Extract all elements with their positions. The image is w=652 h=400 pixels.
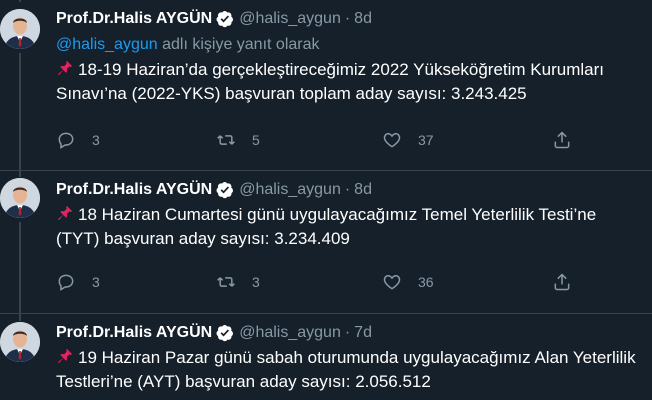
timestamp[interactable]: 8d: [354, 8, 372, 30]
tweet-text-content: 19 Haziran Pazar günü sabah oturumunda u…: [56, 348, 636, 391]
reply-button[interactable]: 3: [56, 270, 100, 294]
tweet-header: Prof.Dr.Halis AYGÜN @halis_aygun · 7d: [56, 322, 644, 344]
share-icon: [552, 130, 572, 150]
author-handle[interactable]: @halis_aygun: [239, 8, 341, 30]
tweet-3[interactable]: Prof.Dr.Halis AYGÜN @halis_aygun · 7d 19…: [0, 313, 652, 400]
thread-line-top: [19, 0, 21, 2]
retweet-icon: [216, 130, 236, 150]
avatar[interactable]: [0, 178, 40, 218]
author-name[interactable]: Prof.Dr.Halis AYGÜN: [56, 322, 212, 344]
retweet-count: 3: [252, 274, 260, 290]
like-count: 37: [418, 132, 434, 148]
tweet-2[interactable]: Prof.Dr.Halis AYGÜN @halis_aygun · 8d 18…: [0, 170, 652, 314]
tweet-text-content: 18-19 Haziran’da gerçekleştireceğimiz 20…: [56, 60, 604, 103]
like-button[interactable]: 36: [382, 270, 434, 294]
separator: ·: [344, 324, 351, 341]
author-handle[interactable]: @halis_aygun: [239, 322, 341, 344]
like-icon: [382, 130, 402, 150]
separator: ·: [344, 181, 351, 198]
thread-line-top: [19, 170, 21, 177]
verified-badge-icon: [216, 324, 234, 342]
reply-context-text: adlı kişiye yanıt olarak: [157, 36, 320, 53]
avatar[interactable]: [0, 322, 40, 362]
reply-context: @halis_aygun adlı kişiye yanıt olarak: [56, 34, 644, 56]
retweet-button[interactable]: 3: [216, 270, 260, 294]
tweet-body: Prof.Dr.Halis AYGÜN @halis_aygun · 8d 18…: [56, 179, 644, 251]
tweet-text-content: 18 Haziran Cumartesi günü uygulayacağımı…: [56, 205, 597, 248]
pushpin-icon: [56, 204, 74, 222]
avatar-portrait-icon: [0, 178, 40, 218]
share-button[interactable]: [552, 128, 572, 152]
verified-badge-icon: [216, 10, 234, 28]
tweet-actions: 3 3 36: [56, 270, 652, 294]
retweet-button[interactable]: 5: [216, 128, 260, 152]
separator: ·: [344, 10, 351, 27]
reply-icon: [56, 130, 76, 150]
retweet-icon: [216, 272, 236, 292]
author-name[interactable]: Prof.Dr.Halis AYGÜN: [56, 8, 212, 30]
tweet-text: 18 Haziran Cumartesi günü uygulayacağımı…: [56, 203, 644, 251]
thread-line-top: [19, 313, 21, 321]
reply-count: 3: [92, 132, 100, 148]
verified-badge-icon: [216, 181, 234, 199]
timestamp[interactable]: 8d: [354, 179, 372, 201]
tweet-1[interactable]: Prof.Dr.Halis AYGÜN @halis_aygun · 8d @h…: [0, 0, 652, 171]
tweet-body: Prof.Dr.Halis AYGÜN @halis_aygun · 7d 19…: [56, 322, 644, 394]
reply-count: 3: [92, 274, 100, 290]
tweet-actions: 3 5 37: [56, 128, 652, 152]
avatar[interactable]: [0, 9, 40, 49]
reply-mention-link[interactable]: @halis_aygun: [56, 36, 158, 53]
tweet-text: 18-19 Haziran’da gerçekleştireceğimiz 20…: [56, 58, 644, 106]
timestamp[interactable]: 7d: [354, 322, 372, 344]
tweet-text: 19 Haziran Pazar günü sabah oturumunda u…: [56, 346, 644, 394]
thread-line: [19, 53, 21, 170]
tweet-header: Prof.Dr.Halis AYGÜN @halis_aygun · 8d: [56, 8, 644, 30]
pushpin-icon: [56, 59, 74, 77]
avatar-portrait-icon: [0, 322, 40, 362]
pushpin-icon: [56, 347, 74, 365]
avatar-portrait-icon: [0, 9, 40, 49]
tweet-thread: Prof.Dr.Halis AYGÜN @halis_aygun · 8d @h…: [0, 0, 652, 400]
thread-line: [19, 222, 21, 313]
share-icon: [552, 272, 572, 292]
like-count: 36: [418, 274, 434, 290]
reply-icon: [56, 272, 76, 292]
reply-button[interactable]: 3: [56, 128, 100, 152]
like-button[interactable]: 37: [382, 128, 434, 152]
tweet-header: Prof.Dr.Halis AYGÜN @halis_aygun · 8d: [56, 179, 644, 201]
author-name[interactable]: Prof.Dr.Halis AYGÜN: [56, 179, 212, 201]
share-button[interactable]: [552, 270, 572, 294]
retweet-count: 5: [252, 132, 260, 148]
author-handle[interactable]: @halis_aygun: [239, 179, 341, 201]
like-icon: [382, 272, 402, 292]
tweet-body: Prof.Dr.Halis AYGÜN @halis_aygun · 8d @h…: [56, 8, 644, 106]
